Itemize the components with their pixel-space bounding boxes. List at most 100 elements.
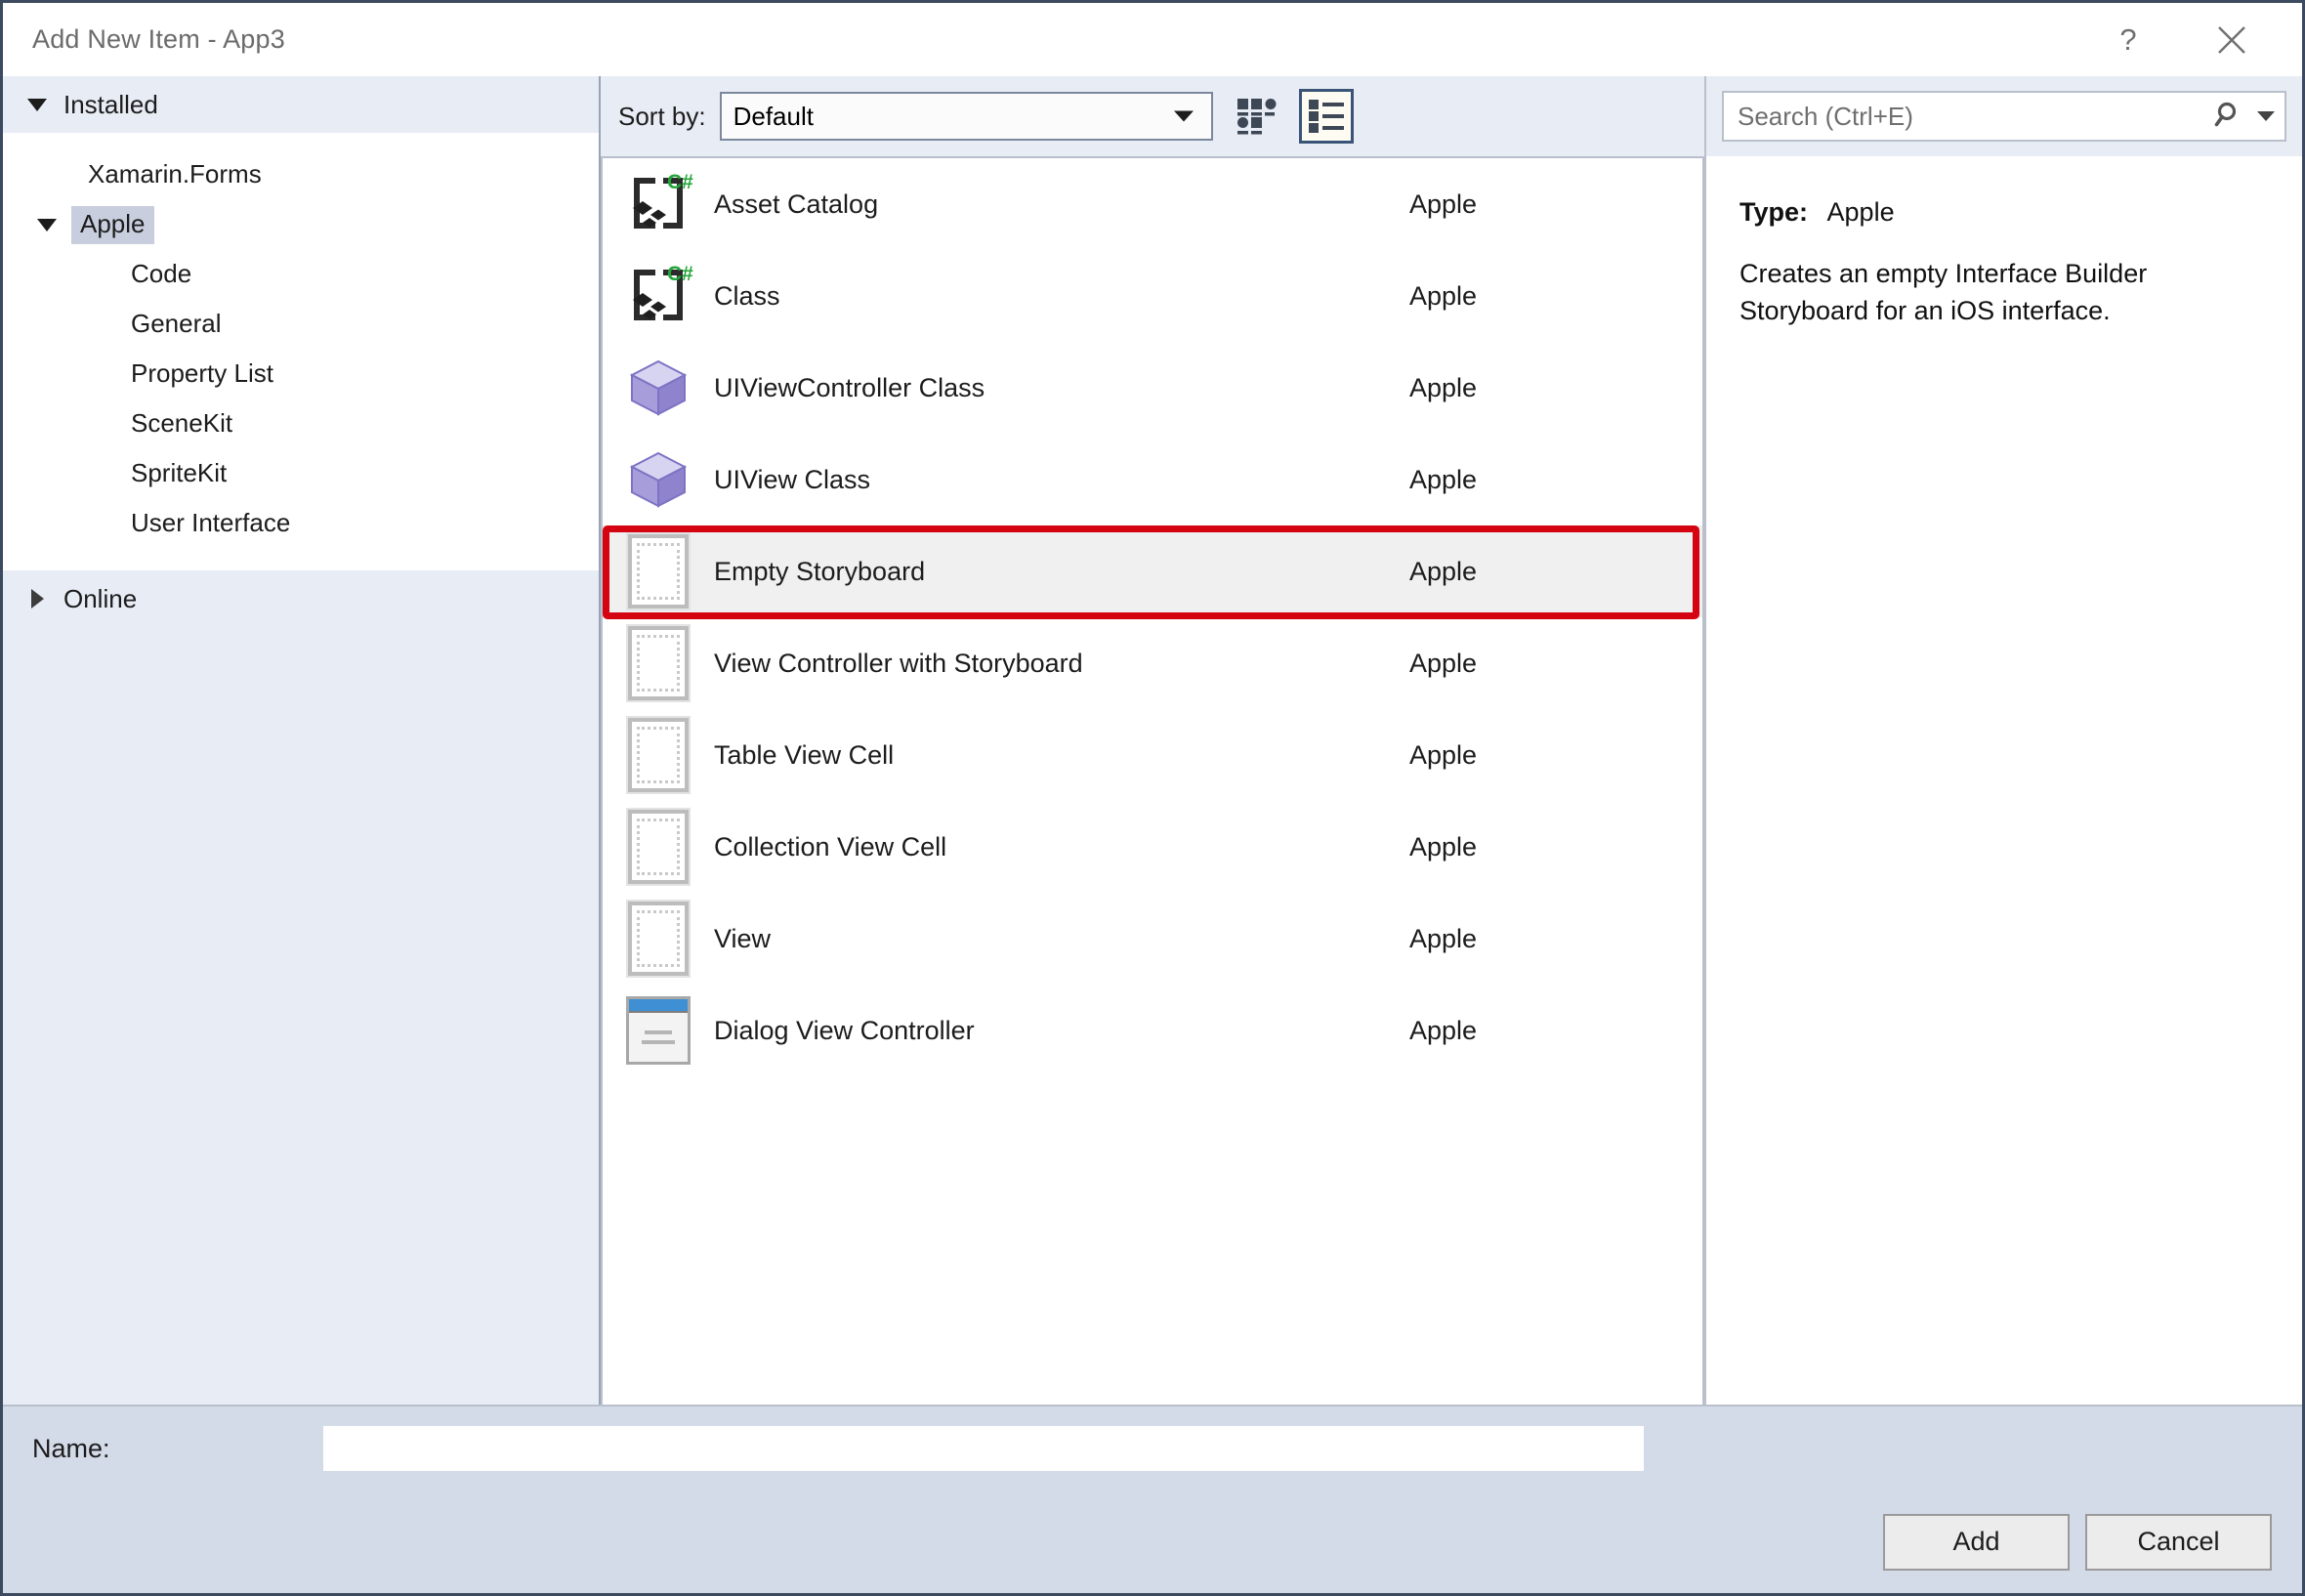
add-new-item-dialog: Add New Item - App3 ? Installed Xamarin.… xyxy=(0,0,2305,1596)
list-item-name: Class xyxy=(714,280,780,311)
dialog-body: Installed Xamarin.Forms Apple Code Gener… xyxy=(3,76,2302,1405)
list-item[interactable]: View Controller with Storyboard Apple xyxy=(603,617,1702,709)
list-item[interactable]: Dialog View Controller Apple xyxy=(603,985,1702,1076)
storyboard-icon xyxy=(620,532,696,610)
list-item[interactable]: C# Class Apple xyxy=(603,250,1702,342)
sidebar-item-label: SpriteKit xyxy=(131,458,228,487)
list-view-icon[interactable] xyxy=(1298,89,1354,144)
triangle-down-icon xyxy=(34,213,60,238)
sidebar-item-label: Property List xyxy=(131,358,273,388)
sidebar-item-general[interactable]: General xyxy=(3,300,599,350)
storyboard-dotted-inner xyxy=(637,727,680,783)
title-bar: Add New Item - App3 ? xyxy=(3,3,2302,76)
list-item[interactable]: Table View Cell Apple xyxy=(603,709,1702,801)
list-item-name: View xyxy=(714,923,772,953)
storyboard-frame xyxy=(626,624,691,702)
sidebar-item-label: Code xyxy=(131,259,192,288)
sidebar-item-label: General xyxy=(131,309,222,338)
csharp-class-icon: C# xyxy=(620,258,696,334)
search-placeholder: Search (Ctrl+E) xyxy=(1738,101,1913,131)
chevron-down-icon xyxy=(1173,110,1194,122)
list-view-glyph xyxy=(1308,100,1344,133)
category-sidebar: Installed Xamarin.Forms Apple Code Gener… xyxy=(3,76,601,1405)
storyboard-icon xyxy=(620,900,696,978)
list-item-name: View Controller with Storyboard xyxy=(714,648,1083,678)
dialog-window-icon xyxy=(620,992,696,1069)
storyboard-frame xyxy=(626,532,691,610)
triangle-down-icon xyxy=(24,92,50,117)
storyboard-frame xyxy=(626,808,691,886)
close-icon[interactable] xyxy=(2191,3,2273,76)
sidebar-group-online-label: Online xyxy=(63,583,138,613)
list-item-empty-storyboard[interactable]: Empty Storyboard Apple xyxy=(603,525,1702,617)
item-list-column: Sort by: Default C# Asset Catalog Apple … xyxy=(601,76,1704,1405)
list-item-name: Dialog View Controller xyxy=(714,1015,975,1045)
list-item-origin: Apple xyxy=(1409,556,1478,586)
sidebar-item-apple[interactable]: Apple xyxy=(3,200,599,250)
cancel-button[interactable]: Cancel xyxy=(2085,1513,2272,1571)
sidebar-item-code[interactable]: Code xyxy=(3,250,599,300)
list-item[interactable]: UIViewController Class Apple xyxy=(603,342,1702,434)
list-item-origin: Apple xyxy=(1409,1015,1478,1045)
list-item-name: Collection View Cell xyxy=(714,831,947,861)
sidebar-item-label: Xamarin.Forms xyxy=(88,159,262,189)
sidebar-item-spritekit[interactable]: SpriteKit xyxy=(3,449,599,499)
storyboard-icon xyxy=(620,624,696,702)
sidebar-item-property-list[interactable]: Property List xyxy=(3,350,599,399)
sidebar-item-user-interface[interactable]: User Interface xyxy=(3,499,599,549)
sidebar-item-label: User Interface xyxy=(131,508,291,537)
triangle-right-icon xyxy=(24,586,50,611)
details-type-row: Type: Apple xyxy=(1739,197,2269,228)
storyboard-dotted-inner xyxy=(637,635,680,692)
name-label: Name: xyxy=(32,1433,110,1463)
list-item-origin: Apple xyxy=(1409,372,1478,402)
template-list[interactable]: C# Asset Catalog Apple C# Class Apple UI… xyxy=(601,156,1704,1405)
sidebar-empty-space xyxy=(3,627,599,1405)
storyboard-dotted-inner xyxy=(637,819,680,875)
dialog-title-bar xyxy=(629,999,688,1013)
list-item-origin: Apple xyxy=(1409,648,1478,678)
list-item-origin: Apple xyxy=(1409,923,1478,953)
help-icon[interactable]: ? xyxy=(2087,3,2169,76)
sidebar-item-scenekit[interactable]: SceneKit xyxy=(3,399,599,449)
list-item-origin: Apple xyxy=(1409,464,1478,494)
storyboard-frame xyxy=(626,900,691,978)
grid-view-icon[interactable] xyxy=(1229,89,1283,144)
installed-tree: Xamarin.Forms Apple Code General Propert… xyxy=(3,133,599,570)
list-item-origin: Apple xyxy=(1409,831,1478,861)
list-item[interactable]: Collection View Cell Apple xyxy=(603,801,1702,893)
details-body: Type: Apple Creates an empty Interface B… xyxy=(1706,156,2302,1405)
sidebar-group-installed[interactable]: Installed xyxy=(3,76,599,133)
sort-by-dropdown[interactable]: Default xyxy=(719,92,1213,141)
csharp-class-glyph: C# xyxy=(633,171,693,229)
list-item[interactable]: C# Asset Catalog Apple xyxy=(603,158,1702,250)
details-description: Creates an empty Interface Builder Story… xyxy=(1739,259,2148,326)
grid-view-glyph xyxy=(1236,99,1277,135)
sidebar-group-online[interactable]: Online xyxy=(3,570,599,627)
close-glyph xyxy=(2218,25,2245,54)
sort-by-label: Sort by: xyxy=(618,101,706,131)
sort-by-value: Default xyxy=(733,101,814,131)
list-item[interactable]: View Apple xyxy=(603,893,1702,985)
list-item-name: Table View Cell xyxy=(714,739,895,770)
sidebar-item-label: Apple xyxy=(71,206,154,244)
name-input[interactable] xyxy=(323,1426,1644,1471)
search-icon[interactable] xyxy=(2214,101,2245,132)
add-button[interactable]: Add xyxy=(1883,1513,2070,1571)
list-item-name: UIView Class xyxy=(714,464,871,494)
sidebar-group-installed-label: Installed xyxy=(63,89,158,119)
dialog-window-frame xyxy=(626,996,691,1065)
dialog-line xyxy=(642,1040,675,1044)
list-item-name: Asset Catalog xyxy=(714,189,879,219)
dialog-window-body xyxy=(629,1013,688,1062)
dialog-button-bar: Add Cancel xyxy=(3,1491,2302,1593)
list-item[interactable]: UIView Class Apple xyxy=(603,434,1702,525)
storyboard-frame xyxy=(626,716,691,794)
cube-glyph xyxy=(629,451,688,508)
storyboard-icon xyxy=(620,716,696,794)
sidebar-item-xamarin-forms[interactable]: Xamarin.Forms xyxy=(3,150,599,200)
sidebar-item-label: SceneKit xyxy=(131,408,233,438)
list-item-origin: Apple xyxy=(1409,189,1478,219)
chevron-down-icon[interactable] xyxy=(2257,111,2275,121)
search-input[interactable]: Search (Ctrl+E) xyxy=(1722,91,2286,142)
